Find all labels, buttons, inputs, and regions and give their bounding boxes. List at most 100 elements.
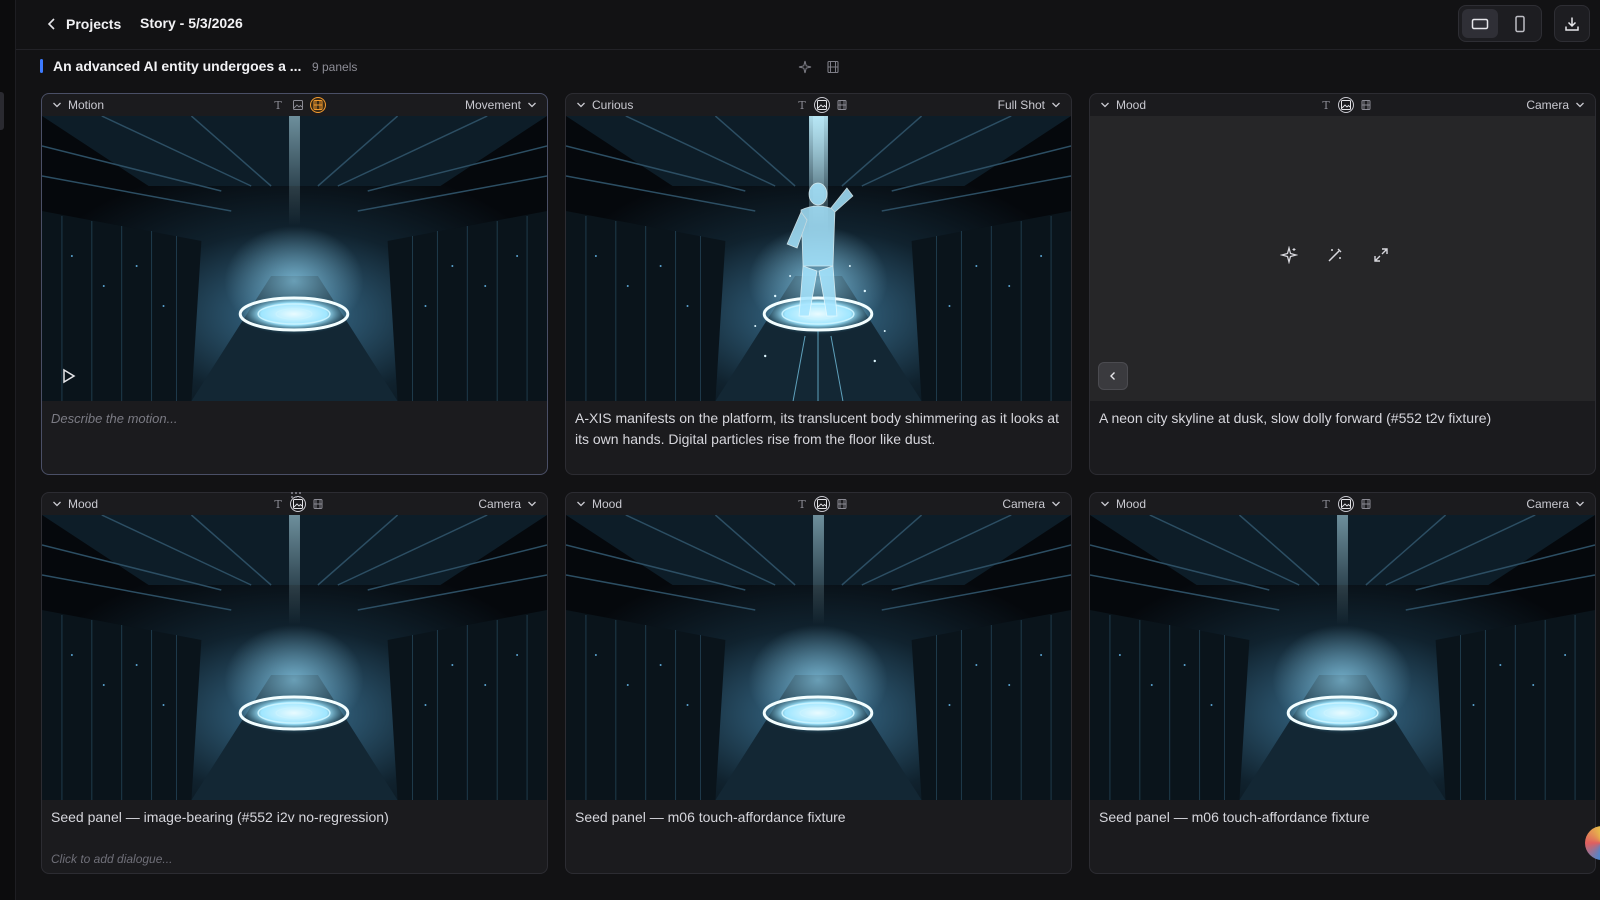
- image-icon: [816, 99, 828, 111]
- shot-dropdown[interactable]: Camera: [1526, 98, 1585, 112]
- panel-description[interactable]: Seed panel — m06 touch-affordance fixtur…: [575, 807, 1059, 828]
- text-icon: T: [274, 98, 282, 112]
- story-panel[interactable]: Curious T Full Shot A-XIS manifests on t…: [565, 93, 1072, 475]
- rail-handle[interactable]: [0, 92, 4, 130]
- category-dropdown[interactable]: Motion: [52, 98, 104, 112]
- sparkle-icon: [798, 60, 812, 74]
- story-panel[interactable]: Mood T Camera Seed panel: [41, 492, 548, 874]
- panel-header: Mood T Camera: [1090, 493, 1595, 515]
- chevron-down-icon: [577, 501, 585, 507]
- video-icon: [836, 99, 848, 111]
- shot-label: Camera: [1526, 98, 1569, 112]
- magic-wand-button[interactable]: [1326, 246, 1344, 264]
- image-mode-button[interactable]: [814, 496, 830, 512]
- image-mode-button[interactable]: [1338, 496, 1354, 512]
- mode-selector: T: [1318, 97, 1374, 113]
- play-icon[interactable]: [58, 366, 78, 386]
- mode-selector: T: [794, 97, 850, 113]
- shot-dropdown[interactable]: Camera: [478, 497, 537, 511]
- category-label: Mood: [592, 497, 623, 511]
- shot-dropdown[interactable]: Camera: [1002, 497, 1061, 511]
- story-panel[interactable]: Mood T Camera A neon city skyline at dus…: [1089, 93, 1596, 475]
- text-icon: T: [1322, 98, 1330, 112]
- panel-media[interactable]: [566, 116, 1071, 401]
- panel-media[interactable]: [1090, 515, 1595, 800]
- category-label: Mood: [68, 497, 99, 511]
- text-mode-button[interactable]: T: [1318, 496, 1334, 512]
- film-strip-button[interactable]: [824, 58, 842, 76]
- mode-selector: T: [270, 97, 326, 113]
- panel-description[interactable]: A-XIS manifests on the platform, its tra…: [575, 408, 1059, 450]
- shot-label: Camera: [478, 497, 521, 511]
- panel-drag-handle[interactable]: [288, 486, 304, 498]
- image-icon: [1340, 99, 1352, 111]
- image-mode-button[interactable]: [1338, 97, 1354, 113]
- previous-image-button[interactable]: [1098, 362, 1128, 390]
- panel-header: Mood T Camera: [566, 493, 1071, 515]
- chevron-down-icon: [1101, 102, 1109, 108]
- text-mode-button[interactable]: T: [270, 496, 286, 512]
- portrait-view-button[interactable]: [1502, 9, 1538, 38]
- text-mode-button[interactable]: T: [1318, 97, 1334, 113]
- shot-dropdown[interactable]: Full Shot: [998, 98, 1061, 112]
- chevron-down-icon: [53, 501, 61, 507]
- video-icon: [836, 498, 848, 510]
- shot-dropdown[interactable]: Movement: [465, 98, 537, 112]
- generate-button[interactable]: [1280, 246, 1298, 264]
- expand-button[interactable]: [1372, 246, 1390, 264]
- story-panel[interactable]: Mood T Camera Seed panel: [565, 492, 1072, 874]
- category-label: Mood: [1116, 98, 1147, 112]
- video-mode-button[interactable]: [310, 496, 326, 512]
- shot-label: Camera: [1526, 497, 1569, 511]
- story-title: Story - 5/3/2026: [140, 15, 243, 31]
- motion-description-input[interactable]: Describe the motion...: [51, 408, 535, 429]
- panel-description[interactable]: Seed panel — image-bearing (#552 i2v no-…: [51, 807, 535, 828]
- panel-description[interactable]: Seed panel — m06 touch-affordance fixtur…: [1099, 807, 1583, 828]
- text-mode-button[interactable]: T: [794, 496, 810, 512]
- text-mode-button[interactable]: T: [794, 97, 810, 113]
- story-panel[interactable]: Mood T Camera Seed panel: [1089, 492, 1596, 874]
- film-icon: [827, 60, 839, 74]
- category-dropdown[interactable]: Mood: [52, 497, 98, 511]
- mode-selector: T: [794, 496, 850, 512]
- chevron-down-icon: [1576, 501, 1584, 507]
- panel-media[interactable]: [42, 116, 547, 401]
- video-mode-button[interactable]: [310, 97, 326, 113]
- video-mode-button[interactable]: [834, 496, 850, 512]
- render-image: [1090, 515, 1595, 800]
- shot-dropdown[interactable]: Camera: [1526, 497, 1585, 511]
- video-icon: [1360, 99, 1372, 111]
- shot-label: Movement: [464, 98, 521, 112]
- render-image: [566, 515, 1071, 800]
- mode-selector: T: [1318, 496, 1374, 512]
- panel-media-empty: [1090, 116, 1595, 401]
- landscape-view-button[interactable]: [1462, 9, 1498, 38]
- back-to-projects-button[interactable]: Projects: [46, 12, 121, 36]
- chevron-down-icon: [1052, 501, 1060, 507]
- sparkle-generate-button[interactable]: [796, 58, 814, 76]
- download-button[interactable]: [1554, 5, 1590, 42]
- video-mode-button[interactable]: [1358, 97, 1374, 113]
- scene-tools: [796, 58, 842, 76]
- category-dropdown[interactable]: Curious: [576, 98, 633, 112]
- panel-media[interactable]: [566, 515, 1071, 800]
- panel-media[interactable]: [42, 515, 547, 800]
- chevron-down-icon: [1576, 102, 1584, 108]
- video-mode-button[interactable]: [1358, 496, 1374, 512]
- category-dropdown[interactable]: Mood: [1100, 497, 1146, 511]
- image-icon: [1340, 498, 1352, 510]
- category-dropdown[interactable]: Mood: [576, 497, 622, 511]
- text-mode-button[interactable]: T: [270, 97, 286, 113]
- image-mode-button[interactable]: [814, 97, 830, 113]
- view-mode-toggle: [1458, 5, 1542, 42]
- video-mode-button[interactable]: [834, 97, 850, 113]
- dialogue-input[interactable]: Click to add dialogue...: [51, 852, 172, 866]
- category-dropdown[interactable]: Mood: [1100, 98, 1146, 112]
- chevron-down-icon: [528, 102, 536, 108]
- story-panel[interactable]: Motion T Movement Describe the motion...: [41, 93, 548, 475]
- image-mode-button[interactable]: [290, 97, 306, 113]
- panel-description[interactable]: A neon city skyline at dusk, slow dolly …: [1099, 408, 1583, 429]
- panel-count: 9 panels: [312, 60, 358, 74]
- video-icon: [1360, 498, 1372, 510]
- scene-title[interactable]: An advanced AI entity undergoes a ...: [53, 58, 301, 74]
